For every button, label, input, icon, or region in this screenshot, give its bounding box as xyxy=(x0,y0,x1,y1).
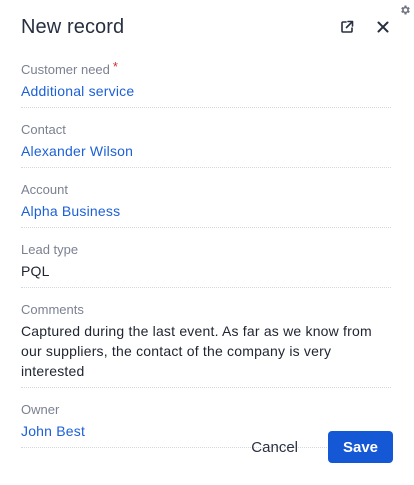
customer-need-label: Customer need xyxy=(21,62,110,77)
field-comments: Comments Captured during the last event.… xyxy=(21,302,391,388)
record-fields: Customer need * Additional service Contac… xyxy=(21,59,391,462)
comments-label: Comments xyxy=(21,302,84,317)
owner-label: Owner xyxy=(21,402,60,417)
dialog-footer: Cancel Save xyxy=(243,431,393,463)
dialog-header: New record xyxy=(21,14,393,40)
contact-label: Contact xyxy=(21,122,66,137)
required-marker: * xyxy=(112,59,118,74)
account-label: Account xyxy=(21,182,68,197)
contact-value[interactable]: Alexander Wilson xyxy=(21,141,391,161)
field-customer-need: Customer need * Additional service xyxy=(21,59,391,108)
comments-value[interactable]: Captured during the last event. As far a… xyxy=(21,321,391,381)
field-label: Customer need * xyxy=(21,59,391,78)
field-contact: Contact Alexander Wilson xyxy=(21,122,391,168)
field-account: Account Alpha Business xyxy=(21,182,391,228)
open-in-new-icon[interactable] xyxy=(337,17,357,37)
cancel-button[interactable]: Cancel xyxy=(243,433,306,462)
field-lead-type: Lead type PQL xyxy=(21,242,391,288)
gear-icon[interactable] xyxy=(399,3,411,15)
save-button[interactable]: Save xyxy=(328,431,393,463)
dialog-title: New record xyxy=(21,16,125,38)
customer-need-value[interactable]: Additional service xyxy=(21,81,391,101)
close-icon[interactable] xyxy=(373,17,393,37)
header-actions xyxy=(337,14,393,40)
lead-type-label: Lead type xyxy=(21,242,79,257)
account-value[interactable]: Alpha Business xyxy=(21,201,391,221)
lead-type-value[interactable]: PQL xyxy=(21,261,391,281)
new-record-dialog: New record Customer need * Additional ser… xyxy=(0,0,414,485)
